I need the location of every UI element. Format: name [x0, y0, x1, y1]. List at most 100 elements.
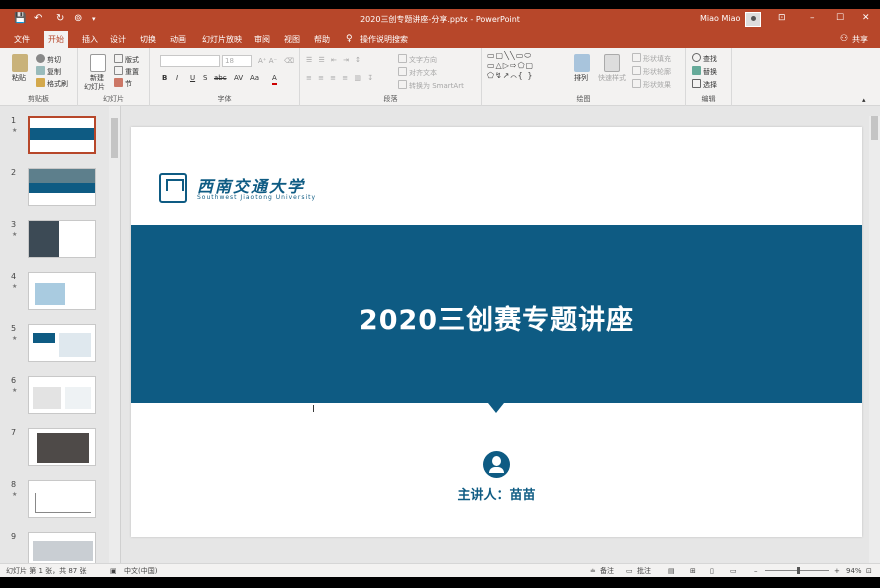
grow-font-icon[interactable]: A⁺ A⁻: [258, 57, 277, 66]
section-icon: [114, 78, 123, 87]
smartart-button[interactable]: 转换为 SmartArt: [398, 80, 464, 91]
cut-button[interactable]: 剪切: [36, 54, 61, 65]
copy-button[interactable]: 复制: [36, 66, 61, 77]
font-name-field[interactable]: [160, 55, 220, 67]
slide-thumb-image[interactable]: [28, 376, 96, 414]
slide-thumb-5[interactable]: 5 ★: [0, 324, 110, 368]
scroll-thumb[interactable]: [111, 118, 118, 158]
tab-insert[interactable]: 插入: [78, 33, 102, 46]
slide-sorter-icon[interactable]: ⊞: [690, 566, 696, 576]
slideshow-icon[interactable]: ▭: [730, 566, 737, 576]
new-slide-label[interactable]: 新建: [90, 74, 104, 83]
tab-slideshow[interactable]: 幻灯片放映: [198, 33, 246, 46]
slide-scrollbar[interactable]: [869, 116, 880, 563]
slide-canvas[interactable]: 西南交通大学 Southwest Jiaotong University 202…: [131, 127, 862, 537]
italic-button[interactable]: I: [176, 74, 178, 83]
arrange-icon[interactable]: [574, 54, 590, 72]
quick-styles-button[interactable]: 快速样式: [598, 74, 626, 83]
tab-view[interactable]: 视图: [280, 33, 304, 46]
change-case-button[interactable]: Aa: [250, 74, 259, 83]
slide-thumb-image[interactable]: [28, 116, 96, 154]
slide-thumb-3[interactable]: 3 ★: [0, 220, 110, 264]
slide-thumb-image[interactable]: [28, 220, 96, 258]
normal-view-icon[interactable]: ▤: [668, 566, 675, 576]
tab-transitions[interactable]: 切换: [136, 33, 160, 46]
reset-button[interactable]: 重置: [114, 66, 139, 77]
share-button[interactable]: 共享: [848, 33, 872, 46]
paste-button[interactable]: 粘贴: [12, 74, 26, 83]
thumbnail-scrollbar[interactable]: [109, 106, 120, 563]
maximize-icon[interactable]: ☐: [836, 13, 844, 23]
strikethrough-button[interactable]: abc: [214, 74, 227, 83]
new-slide-label-2[interactable]: 幻灯片: [84, 83, 105, 92]
spacing-button[interactable]: AV: [234, 74, 243, 83]
tab-home[interactable]: 开始: [44, 31, 68, 48]
list-icons[interactable]: ☰ ☰ ⇤ ⇥ ↕: [306, 56, 363, 65]
section-button[interactable]: 节: [114, 78, 132, 89]
font-color-button[interactable]: A: [272, 74, 277, 85]
tab-help[interactable]: 帮助: [310, 33, 334, 46]
slide-thumb-image[interactable]: [28, 272, 96, 310]
notes-icon[interactable]: ≐: [590, 566, 596, 576]
shape-effects-button[interactable]: 形状效果: [632, 79, 671, 90]
user-name[interactable]: Miao Miao: [700, 14, 740, 23]
slide-thumb-6[interactable]: 6 ★: [0, 376, 110, 420]
text-direction-button[interactable]: 文字方向: [398, 54, 437, 65]
ribbon-display-icon[interactable]: ⊡: [778, 13, 786, 23]
slide-thumb-4[interactable]: 4 ★: [0, 272, 110, 316]
slide-thumb-2[interactable]: 2: [0, 168, 110, 212]
tab-design[interactable]: 设计: [106, 33, 130, 46]
layout-button[interactable]: 版式: [114, 54, 139, 65]
comments-icon[interactable]: ▭: [626, 566, 633, 576]
shapes-gallery[interactable]: ▭▢╲╲▭⬭ ▭△▷⇨⬠▢ ⬠↯↗⌒{ }: [487, 51, 563, 91]
reset-icon: [114, 66, 123, 75]
fit-slide-icon[interactable]: ⊡: [866, 566, 872, 576]
find-button[interactable]: 查找: [692, 53, 717, 64]
presenter-text[interactable]: 主讲人：苗苗: [131, 484, 862, 503]
shape-fill-button[interactable]: 形状填充: [632, 53, 671, 64]
quick-styles-icon[interactable]: [604, 54, 620, 72]
tab-animations[interactable]: 动画: [166, 33, 190, 46]
clear-format-icon[interactable]: ⌫: [284, 57, 294, 66]
paste-icon[interactable]: [12, 54, 28, 72]
new-slide-icon[interactable]: [90, 54, 106, 72]
slide-thumb-1[interactable]: 1 ★: [0, 116, 110, 160]
zoom-level[interactable]: 94%: [846, 566, 862, 576]
zoom-out-icon[interactable]: –: [754, 566, 758, 576]
zoom-in-icon[interactable]: +: [834, 566, 840, 576]
slide-thumb-8[interactable]: 8 ★: [0, 480, 110, 524]
format-painter-button[interactable]: 格式刷: [36, 78, 68, 89]
notes-button[interactable]: 备注: [600, 566, 614, 576]
align-icons[interactable]: ≡ ≡ ≡ ≡ ▥ ↧: [306, 74, 375, 83]
slide-thumb-image[interactable]: [28, 168, 96, 206]
tab-review[interactable]: 审阅: [250, 33, 274, 46]
shadow-button[interactable]: S: [203, 74, 207, 83]
font-size-field[interactable]: 18: [222, 55, 252, 67]
bold-button[interactable]: B: [162, 74, 167, 83]
scroll-thumb[interactable]: [871, 116, 878, 140]
slide-number: 7: [11, 428, 17, 437]
slide-title[interactable]: 2020三创赛专题讲座: [131, 298, 862, 337]
smartart-label: 转换为 SmartArt: [409, 82, 464, 90]
select-button[interactable]: 选择: [692, 79, 717, 90]
slide-thumb-7[interactable]: 7: [0, 428, 110, 472]
language-indicator[interactable]: 中文(中国): [124, 566, 157, 576]
spellcheck-icon[interactable]: ▣: [110, 566, 117, 576]
close-icon[interactable]: ✕: [862, 13, 870, 23]
underline-button[interactable]: U: [190, 74, 195, 83]
avatar[interactable]: [745, 12, 761, 27]
slide-thumb-image[interactable]: [28, 324, 96, 362]
minimize-icon[interactable]: –: [810, 13, 815, 23]
collapse-ribbon-icon[interactable]: ▴: [862, 96, 866, 105]
align-text-button[interactable]: 对齐文本: [398, 67, 437, 78]
slide-thumb-image[interactable]: [28, 480, 96, 518]
tell-me-search[interactable]: 操作说明搜索: [356, 33, 412, 46]
reading-view-icon[interactable]: ▯: [710, 566, 714, 576]
shape-outline-button[interactable]: 形状轮廓: [632, 66, 671, 77]
comments-button[interactable]: 批注: [637, 566, 651, 576]
arrange-button[interactable]: 排列: [574, 74, 588, 83]
tab-file[interactable]: 文件: [10, 33, 34, 46]
zoom-slider-knob[interactable]: [797, 567, 800, 574]
slide-thumb-image[interactable]: [28, 428, 96, 466]
replace-button[interactable]: 替换: [692, 66, 717, 77]
